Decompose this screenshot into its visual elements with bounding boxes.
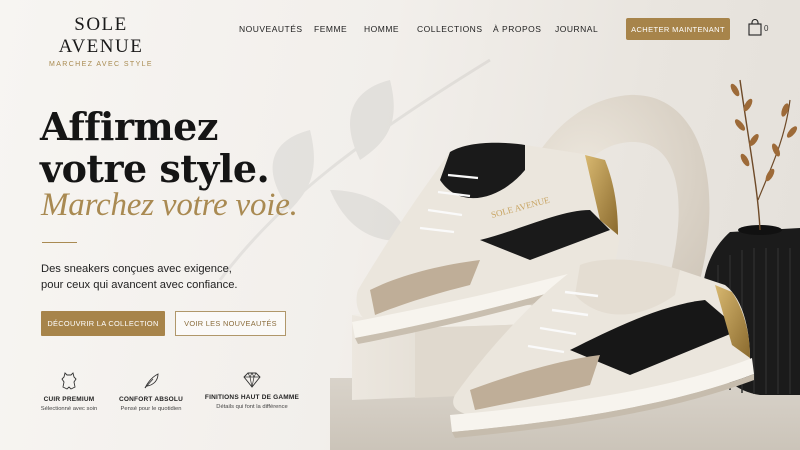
feature-description: Sélectionné avec soin	[40, 406, 98, 412]
brand-logo[interactable]: SOLE AVENUE MARCHEZ AVEC STYLE	[31, 14, 171, 68]
hero-subtitle: Des sneakers conçues avec exigence, pour…	[41, 262, 238, 293]
brand-name: SOLE AVENUE	[58, 14, 144, 57]
hero-subtitle-line-1: Des sneakers conçues avec exigence,	[41, 263, 232, 275]
hero-title-line-2: votre style.	[40, 146, 270, 191]
nav-item-homme[interactable]: HOMME	[364, 24, 399, 34]
shop-now-button[interactable]: ACHETER MAINTENANT	[626, 18, 730, 40]
feature-title: FINITIONS HAUT DE GAMME	[204, 394, 300, 401]
dried-branch	[730, 79, 798, 231]
feature-leather: CUIR PREMIUM Sélectionné avec soin	[36, 372, 102, 412]
nav-item-a-propos[interactable]: À PROPOS	[493, 24, 541, 34]
cart-count: 0	[764, 24, 769, 33]
feature-comfort: CONFORT ABSOLU Pensé pour le quotidien	[114, 372, 188, 412]
leather-hide-icon	[61, 372, 77, 390]
nav-item-collections[interactable]: COLLECTIONS	[417, 24, 483, 34]
landing-page: SOLE AVENUE MARCHEZ AVEC STYLE NOUVEAUTÉ…	[0, 0, 800, 450]
feature-description: Pensé pour le quotidien	[120, 406, 182, 412]
cart-button[interactable]: 0	[748, 19, 774, 39]
discover-collection-button[interactable]: DÉCOUVRIR LA COLLECTION	[41, 311, 165, 336]
feather-icon	[144, 373, 159, 389]
feature-title: CUIR PREMIUM	[43, 396, 95, 403]
feature-title: CONFORT ABSOLU	[119, 396, 183, 403]
hero-product-image: SOLE AVENUE	[330, 79, 800, 450]
hero-subtitle-line-2: pour ceux qui avancent avec confiance.	[41, 278, 238, 291]
hero-title-italic: Marchez votre voie.	[41, 187, 298, 223]
hero-title: Affirmez votre style.	[40, 104, 270, 191]
feature-finish: FINITIONS HAUT DE GAMME Détails qui font…	[204, 372, 300, 410]
see-new-arrivals-button[interactable]: VOIR LES NOUVEAUTÉS	[175, 311, 286, 336]
shopping-bag-icon	[748, 19, 762, 36]
diamond-icon	[243, 372, 261, 388]
nav-item-nouveautes[interactable]: NOUVEAUTÉS	[239, 24, 303, 34]
feature-description: Détails qui font la différence	[216, 404, 288, 410]
hero-divider	[42, 242, 77, 243]
hero-title-line-1: Affirmez	[40, 104, 218, 149]
nav-item-journal[interactable]: JOURNAL	[555, 24, 598, 34]
nav-item-femme[interactable]: FEMME	[314, 24, 347, 34]
brand-tagline: MARCHEZ AVEC STYLE	[48, 61, 154, 68]
